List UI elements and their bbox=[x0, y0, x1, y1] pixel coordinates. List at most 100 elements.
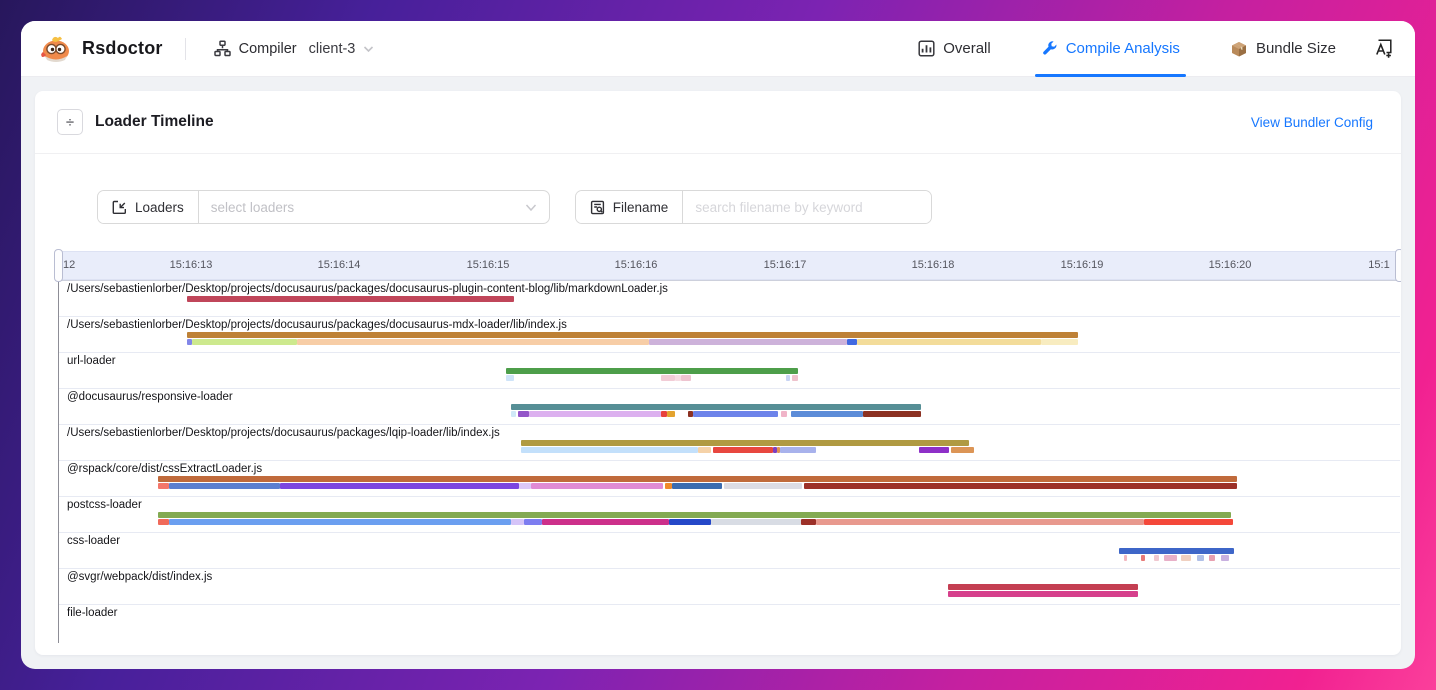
loader-duration-bar[interactable] bbox=[187, 332, 1078, 338]
nav-bundle-size[interactable]: Bundle Size bbox=[1226, 21, 1340, 77]
loader-duration-bar[interactable] bbox=[649, 339, 847, 345]
loader-duration-bar[interactable] bbox=[158, 519, 169, 525]
chevron-down-icon bbox=[363, 45, 374, 53]
loader-duration-bar[interactable] bbox=[791, 411, 863, 417]
loader-duration-bar[interactable] bbox=[187, 296, 514, 302]
loader-duration-bar[interactable] bbox=[506, 375, 514, 381]
loader-duration-bar[interactable] bbox=[511, 411, 516, 417]
loader-duration-bar[interactable] bbox=[792, 375, 798, 381]
loader-timeline-card: ÷ Loader Timeline View Bundler Config bbox=[35, 91, 1401, 655]
loader-duration-bar[interactable] bbox=[158, 476, 1237, 482]
loader-duration-bar[interactable] bbox=[780, 447, 816, 453]
compiler-select[interactable]: Compiler client-3 bbox=[214, 40, 375, 57]
timeline-row: postcss-loader bbox=[59, 496, 1400, 532]
loader-duration-bar[interactable] bbox=[698, 447, 711, 453]
loader-duration-bar[interactable] bbox=[713, 447, 773, 453]
loader-duration-bar[interactable] bbox=[521, 447, 698, 453]
loader-duration-bar[interactable] bbox=[542, 519, 669, 525]
loader-duration-bar[interactable] bbox=[1164, 555, 1177, 561]
loader-duration-bar[interactable] bbox=[519, 483, 531, 489]
loader-duration-bar[interactable] bbox=[1119, 548, 1234, 554]
loader-duration-bar[interactable] bbox=[158, 512, 1231, 518]
loader-name-label: url-loader bbox=[67, 355, 116, 367]
loader-timeline-chart[interactable]: :1215:16:1315:16:1415:16:1515:16:1615:16… bbox=[58, 251, 1400, 643]
timeline-row: @docusaurus/responsive-loader bbox=[59, 388, 1400, 424]
card-content: Loaders select loaders bbox=[35, 190, 1401, 643]
loaders-filter-text: Loaders bbox=[135, 200, 184, 215]
timeline-row: @rspack/core/dist/cssExtractLoader.js bbox=[59, 460, 1400, 496]
loader-duration-bar[interactable] bbox=[711, 519, 801, 525]
timeline-left-drag-handle[interactable] bbox=[54, 249, 63, 282]
loader-duration-bar[interactable] bbox=[781, 411, 787, 417]
loader-duration-bar[interactable] bbox=[1141, 555, 1145, 561]
loader-duration-bar[interactable] bbox=[681, 375, 691, 381]
loader-duration-bar[interactable] bbox=[1154, 555, 1159, 561]
loader-duration-bar[interactable] bbox=[192, 339, 297, 345]
loader-duration-bar[interactable] bbox=[169, 519, 511, 525]
loader-duration-bar[interactable] bbox=[158, 483, 169, 489]
app-window: Rsdoctor Compiler client-3 bbox=[21, 21, 1415, 669]
loader-name-label: /Users/sebastienlorber/Desktop/projects/… bbox=[67, 319, 567, 331]
loader-duration-bar[interactable] bbox=[506, 368, 798, 374]
divide-expand-icon[interactable]: ÷ bbox=[57, 109, 83, 135]
loader-duration-bar[interactable] bbox=[280, 483, 519, 489]
view-bundler-config-link[interactable]: View Bundler Config bbox=[1251, 115, 1373, 130]
loader-duration-bar[interactable] bbox=[786, 375, 790, 381]
app-header: Rsdoctor Compiler client-3 bbox=[21, 21, 1415, 77]
timeline-right-drag-handle[interactable] bbox=[1395, 249, 1401, 282]
loader-duration-bar[interactable] bbox=[919, 447, 949, 453]
loader-duration-bar[interactable] bbox=[297, 339, 649, 345]
select-chevron-down-icon bbox=[525, 203, 537, 212]
loader-duration-bar[interactable] bbox=[169, 483, 280, 489]
loader-duration-bar[interactable] bbox=[816, 519, 1144, 525]
loader-duration-bar[interactable] bbox=[801, 519, 816, 525]
filename-search-input[interactable] bbox=[683, 191, 931, 223]
loader-duration-bar[interactable] bbox=[667, 411, 675, 417]
card-header: ÷ Loader Timeline View Bundler Config bbox=[35, 91, 1401, 154]
loader-duration-bar[interactable] bbox=[857, 339, 1041, 345]
loader-duration-bar[interactable] bbox=[1041, 339, 1078, 345]
loader-duration-bar[interactable] bbox=[1124, 555, 1127, 561]
loader-duration-bar[interactable] bbox=[524, 519, 542, 525]
brand: Rsdoctor bbox=[39, 34, 163, 64]
loader-duration-bar[interactable] bbox=[948, 584, 1138, 590]
loader-duration-bar[interactable] bbox=[529, 411, 661, 417]
time-axis[interactable]: :1215:16:1315:16:1415:16:1515:16:1615:16… bbox=[58, 251, 1400, 280]
loader-duration-bar[interactable] bbox=[724, 483, 802, 489]
loader-duration-bar[interactable] bbox=[1144, 519, 1233, 525]
loaders-select[interactable]: select loaders bbox=[199, 191, 549, 223]
loader-duration-bar[interactable] bbox=[521, 440, 969, 446]
loader-duration-bar[interactable] bbox=[511, 519, 524, 525]
loader-duration-bar[interactable] bbox=[669, 519, 711, 525]
loader-duration-bar[interactable] bbox=[518, 411, 529, 417]
loader-duration-bar[interactable] bbox=[948, 591, 1138, 597]
loaders-filter-label: Loaders bbox=[98, 191, 199, 223]
loader-duration-bar[interactable] bbox=[1197, 555, 1204, 561]
loader-duration-bar[interactable] bbox=[1221, 555, 1229, 561]
loaders-filter-group: Loaders select loaders bbox=[97, 190, 550, 224]
loader-duration-bar[interactable] bbox=[1209, 555, 1215, 561]
loaders-select-placeholder: select loaders bbox=[211, 200, 525, 215]
loader-duration-bar[interactable] bbox=[531, 483, 663, 489]
nav-compile-analysis-label: Compile Analysis bbox=[1066, 40, 1180, 57]
nav-overall[interactable]: Overall bbox=[914, 21, 995, 77]
nav-compile-analysis[interactable]: Compile Analysis bbox=[1037, 21, 1184, 77]
loader-duration-bar[interactable] bbox=[693, 411, 778, 417]
axis-tick-label: 15:16:13 bbox=[170, 259, 213, 271]
loader-duration-bar[interactable] bbox=[511, 404, 921, 410]
loader-duration-bar[interactable] bbox=[665, 483, 672, 489]
compiler-value: client-3 bbox=[309, 41, 356, 57]
axis-tick-label: 15:16:15 bbox=[467, 259, 510, 271]
loader-duration-bar[interactable] bbox=[672, 483, 722, 489]
loader-duration-bar[interactable] bbox=[863, 411, 921, 417]
loader-duration-bar[interactable] bbox=[1181, 555, 1191, 561]
wrench-icon bbox=[1041, 40, 1058, 57]
axis-tick-label: 15:16:14 bbox=[318, 259, 361, 271]
loader-duration-bar[interactable] bbox=[847, 339, 857, 345]
loader-duration-bar[interactable] bbox=[951, 447, 974, 453]
timeline-row: /Users/sebastienlorber/Desktop/projects/… bbox=[59, 280, 1400, 316]
loader-duration-bar[interactable] bbox=[804, 483, 1237, 489]
language-switch-button[interactable] bbox=[1374, 38, 1395, 59]
timeline-rows: /Users/sebastienlorber/Desktop/projects/… bbox=[58, 280, 1400, 643]
loader-duration-bar[interactable] bbox=[661, 375, 675, 381]
